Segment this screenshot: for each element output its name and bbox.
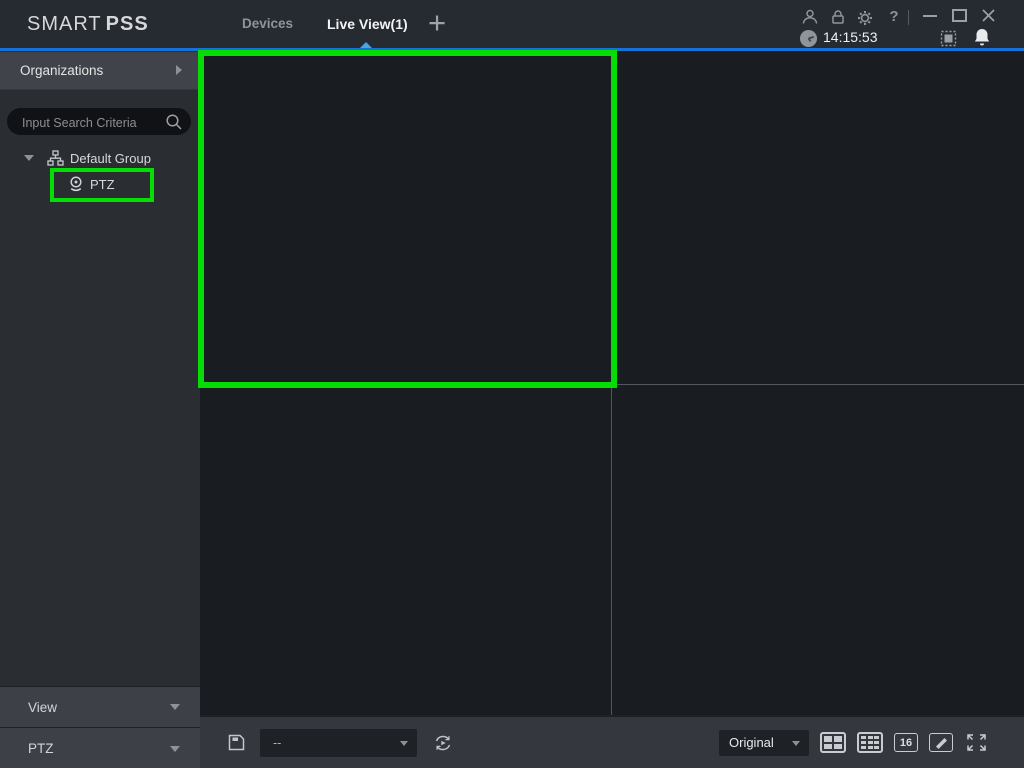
tree-item-label: PTZ (90, 176, 115, 192)
ptz-camera-icon (68, 175, 84, 193)
app-logo-pss: PSS (105, 13, 149, 35)
maximize-button[interactable] (952, 9, 967, 22)
scale-select-dropdown[interactable]: Original (719, 729, 809, 756)
current-time: 14:15:53 (823, 29, 878, 45)
app-logo: SMART PSS (27, 0, 149, 48)
chevron-down-icon (400, 740, 408, 746)
video-pane-2[interactable] (612, 51, 1024, 384)
active-tab-underline (0, 48, 1024, 51)
group-sitemap-icon (47, 149, 64, 167)
ptz-panel-label: PTZ (28, 741, 54, 756)
help-icon[interactable]: ? (885, 8, 903, 26)
video-pane-3[interactable] (200, 385, 611, 715)
chevron-right-icon (176, 65, 182, 75)
tree-collapse-icon[interactable] (24, 155, 34, 161)
ptz-panel-header[interactable]: PTZ (0, 727, 200, 768)
tree-item-default-group[interactable]: Default Group (0, 147, 200, 169)
video-grid (200, 51, 1024, 715)
close-button[interactable] (981, 8, 996, 23)
split-9-button[interactable] (857, 732, 883, 753)
view-panel-label: View (28, 699, 58, 715)
organizations-header[interactable]: Organizations (0, 52, 200, 90)
alarm-bell-icon[interactable] (973, 27, 991, 47)
smartpss-window: SMART PSS Devices Live View(1) + ? 14:15… (0, 0, 1024, 768)
active-tab-pointer (360, 42, 372, 48)
tree-item-ptz[interactable]: PTZ (0, 173, 200, 195)
titlebar: SMART PSS Devices Live View(1) + ? 14:15… (0, 0, 1024, 48)
grid-divider-vertical (611, 51, 612, 715)
lock-icon[interactable] (829, 8, 847, 26)
clock-icon (799, 29, 818, 48)
view-panel-header[interactable]: View (0, 686, 200, 727)
titlebar-separator (908, 10, 909, 25)
search-input[interactable] (20, 109, 154, 136)
tree-item-label: Default Group (70, 150, 151, 166)
custom-split-pen-button[interactable] (929, 733, 953, 752)
video-pane-4[interactable] (612, 385, 1024, 715)
sidebar: Organizations Default Group (0, 51, 200, 768)
scale-select-value: Original (729, 735, 774, 750)
app-logo-smart: SMART (27, 13, 102, 35)
refresh-button[interactable] (432, 732, 454, 754)
device-health-chip-icon[interactable] (939, 29, 958, 48)
split-16-button[interactable]: 16 (894, 733, 918, 752)
split-4-button[interactable] (820, 732, 846, 753)
save-view-button[interactable] (226, 732, 247, 753)
settings-gear-icon[interactable] (855, 8, 875, 28)
bottom-toolbar: -- Original 16 (200, 715, 1024, 768)
user-icon[interactable] (801, 8, 819, 26)
chevron-down-icon (792, 740, 800, 746)
view-select-dropdown[interactable]: -- (260, 728, 417, 757)
fullscreen-button[interactable] (965, 732, 988, 753)
tab-devices[interactable]: Devices (242, 0, 293, 48)
chevron-down-icon (170, 745, 180, 752)
grid-divider-horizontal (200, 384, 1024, 385)
search-icon[interactable] (165, 113, 183, 131)
organizations-title: Organizations (20, 63, 104, 78)
video-pane-1[interactable] (200, 51, 611, 384)
search-box (7, 108, 191, 136)
tab-live-view[interactable]: Live View(1) (327, 0, 408, 48)
view-select-value: -- (273, 735, 282, 750)
minimize-button[interactable] (923, 15, 937, 17)
chevron-down-icon (170, 704, 180, 710)
add-tab-button[interactable]: + (428, 0, 446, 48)
